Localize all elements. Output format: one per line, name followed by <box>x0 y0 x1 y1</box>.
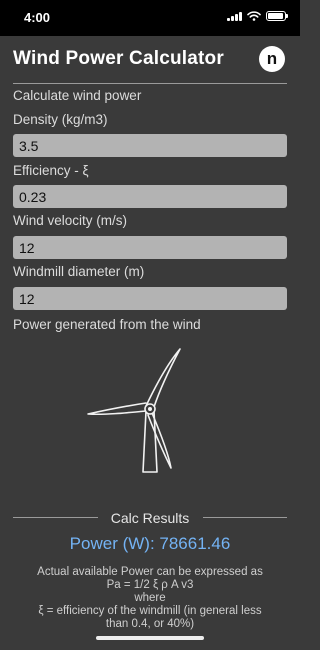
power-result: Power (W): 78661.46 <box>69 534 231 553</box>
explanation-line: than 0.4, or 40%) <box>105 618 195 630</box>
formula-explanation: Actual available Power can be expressed … <box>12 566 288 631</box>
home-indicator[interactable] <box>96 636 204 640</box>
app-screen: 4:00 Wind Power Calculator n Calculate w… <box>0 0 300 650</box>
explanation-line: ξ = efficiency of the windmill (in gener… <box>38 605 262 617</box>
status-icons <box>227 11 288 21</box>
status-bar: 4:00 <box>0 0 300 36</box>
intro-text: Calculate wind power <box>13 88 142 103</box>
signal-icon <box>227 11 242 21</box>
windmill-diameter-label: Windmill diameter (m) <box>13 264 145 279</box>
density-label: Density (kg/m3) <box>13 112 108 127</box>
page-title: Wind Power Calculator <box>13 48 224 69</box>
battery-icon <box>266 11 288 21</box>
wind-turbine-icon <box>87 348 181 473</box>
efficiency-input[interactable] <box>13 185 287 208</box>
efficiency-label: Efficiency - ξ <box>13 163 89 178</box>
explanation-line: Actual available Power can be expressed … <box>37 566 263 578</box>
power-caption: Power generated from the wind <box>13 317 201 332</box>
wind-velocity-label: Wind velocity (m/s) <box>13 213 128 228</box>
windmill-diameter-input[interactable] <box>13 287 287 310</box>
title-divider <box>13 83 287 84</box>
formula-line: Pa = 1/2 ξ ρ A v3 <box>106 579 194 591</box>
wind-velocity-input[interactable] <box>13 236 287 259</box>
results-heading: Calc Results <box>0 510 300 526</box>
status-time: 4:00 <box>24 10 51 25</box>
density-input[interactable] <box>13 134 287 157</box>
explanation-line: where <box>134 592 166 604</box>
wifi-icon <box>247 11 261 21</box>
app-logo-icon[interactable]: n <box>259 46 285 72</box>
